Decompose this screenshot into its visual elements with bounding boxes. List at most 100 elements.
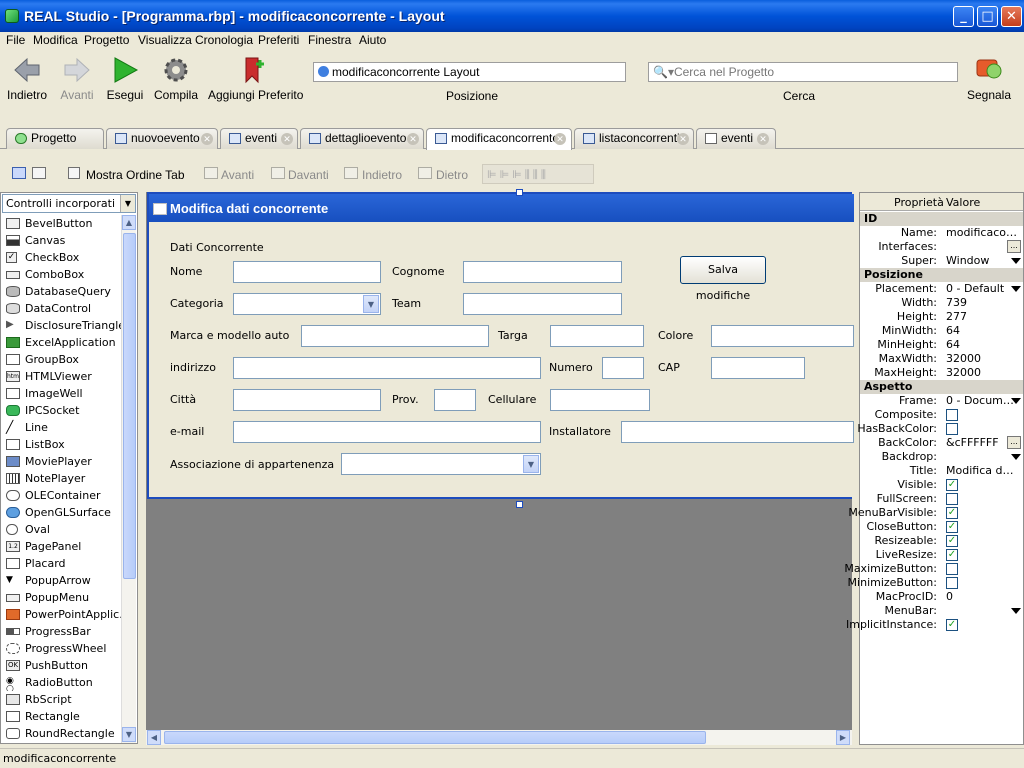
scroll-thumb[interactable] — [164, 731, 706, 744]
maximize-button[interactable]: □ — [977, 6, 998, 27]
property-value[interactable]: 64 — [946, 338, 1020, 352]
tab-eventi-code[interactable]: eventi ✕ — [696, 128, 776, 149]
property-value[interactable]: Modifica dati ... — [946, 464, 1020, 478]
property-value[interactable]: 32000 — [946, 366, 1020, 380]
menu-finestra[interactable]: Finestra — [308, 33, 351, 47]
property-row[interactable]: Interfaces:... — [860, 240, 1023, 254]
property-row[interactable]: MinHeight: 64 — [860, 338, 1023, 352]
control-item[interactable]: MoviePlayer — [2, 453, 122, 470]
tab-order-button[interactable]: Mostra Ordine Tab — [86, 168, 185, 182]
property-row[interactable]: BackColor: &cFFFFFF... — [860, 436, 1023, 450]
property-checkbox[interactable]: ✓ — [946, 549, 958, 561]
control-item[interactable]: ListBox — [2, 436, 122, 453]
targa-field[interactable] — [550, 325, 644, 347]
tab-close-icon[interactable]: ✕ — [407, 133, 419, 145]
property-row[interactable]: FullScreen: — [860, 492, 1023, 506]
dropdown-arrow-icon[interactable] — [1011, 608, 1021, 614]
control-item[interactable]: ▼ PopupArrow — [2, 572, 122, 589]
control-item[interactable]: ✓ CheckBox — [2, 249, 122, 266]
control-item[interactable]: OK PushButton — [2, 657, 122, 674]
control-item[interactable]: ImageWell — [2, 385, 122, 402]
property-checkbox[interactable]: ✓ — [946, 507, 958, 519]
control-item[interactable]: Rectangle — [2, 708, 122, 725]
control-item[interactable]: DatabaseQuery — [2, 283, 122, 300]
property-row[interactable]: MinimizeButton: — [848, 576, 1023, 590]
location-field[interactable]: modificaconcorrente Layout — [313, 62, 626, 82]
control-item[interactable]: ╱ Line — [2, 419, 122, 436]
control-item[interactable]: PowerPointApplic... — [2, 606, 122, 623]
associazione-select[interactable]: ▼ — [341, 453, 541, 475]
prov-field[interactable] — [434, 389, 476, 411]
property-row[interactable]: ImplicitInstance: ✓ — [846, 618, 1023, 632]
property-row[interactable]: Super: Window — [860, 254, 1023, 268]
control-item[interactable]: 1.2 PagePanel — [2, 538, 122, 555]
property-value[interactable]: modificaconc... — [946, 226, 1020, 240]
save-button[interactable]: Salva modifiche — [680, 256, 766, 302]
code-view-icon[interactable] — [32, 167, 46, 179]
property-row[interactable]: Backdrop: — [860, 450, 1023, 464]
control-item[interactable]: ▶ DisclosureTriangle — [2, 317, 122, 334]
control-item[interactable]: Placard — [2, 555, 122, 572]
minimize-button[interactable]: _ — [953, 6, 974, 27]
email-field[interactable] — [233, 421, 541, 443]
property-checkbox[interactable] — [946, 423, 958, 435]
control-item[interactable]: ExcelApplication — [2, 334, 122, 351]
resize-handle-bottom[interactable] — [516, 501, 523, 508]
property-value[interactable]: 739 — [946, 296, 1020, 310]
compile-button[interactable]: Compila — [154, 50, 198, 106]
ellipsis-button[interactable]: ... — [1007, 436, 1021, 449]
property-checkbox[interactable] — [946, 493, 958, 505]
move-forward-button[interactable]: Avanti — [221, 168, 254, 182]
cap-field[interactable] — [711, 357, 805, 379]
property-row[interactable]: HasBackColor: — [857, 422, 1023, 436]
control-item[interactable]: Oval — [2, 521, 122, 538]
property-row[interactable]: Name: modificaconc... — [860, 226, 1023, 240]
tab-listaconcorrenti[interactable]: listaconcorrenti ✕ — [574, 128, 694, 149]
align-buttons-group[interactable]: ⊫⊫⊫⫼⫼⫼ — [482, 164, 594, 184]
property-row[interactable]: MaximizeButton: — [844, 562, 1023, 576]
property-row[interactable]: LiveResize: ✓ — [860, 548, 1023, 562]
installatore-field[interactable] — [621, 421, 854, 443]
controls-scrollbar[interactable]: ▲ ▼ — [121, 215, 136, 743]
scroll-up-icon[interactable]: ▲ — [122, 215, 136, 230]
property-row[interactable]: Title: Modifica dati ... — [860, 464, 1023, 478]
resize-handle-top[interactable] — [516, 189, 523, 196]
control-item[interactable]: ComboBox — [2, 266, 122, 283]
tab-eventi[interactable]: eventi ✕ — [220, 128, 298, 149]
property-row[interactable]: Visible: ✓ — [860, 478, 1023, 492]
property-checkbox[interactable] — [946, 409, 958, 421]
menu-progetto[interactable]: Progetto — [84, 33, 129, 47]
property-row[interactable]: Resizeable: ✓ — [860, 534, 1023, 548]
control-item[interactable]: DataControl — [2, 300, 122, 317]
tab-close-icon[interactable]: ✕ — [757, 133, 769, 145]
property-checkbox[interactable] — [946, 563, 958, 575]
property-row[interactable]: Placement: 0 - Default — [860, 282, 1023, 296]
close-button[interactable]: ✕ — [1001, 6, 1022, 27]
control-item[interactable]: PopupMenu — [2, 589, 122, 606]
scroll-left-icon[interactable]: ◀ — [147, 730, 161, 745]
control-item[interactable]: OLEContainer — [2, 487, 122, 504]
cognome-field[interactable] — [463, 261, 622, 283]
team-field[interactable] — [463, 293, 622, 315]
ellipsis-button[interactable]: ... — [1007, 240, 1021, 253]
tab-modificaconcorrente[interactable]: modificaconcorrente ✕ — [426, 128, 572, 150]
property-value[interactable]: 0 — [946, 590, 1020, 604]
property-row[interactable]: CloseButton: ✓ — [860, 520, 1023, 534]
send-to-back-button[interactable]: Dietro — [436, 168, 468, 182]
dropdown-arrow-icon[interactable] — [1011, 398, 1021, 404]
property-value[interactable]: 0 - Default — [946, 282, 1020, 296]
scroll-right-icon[interactable]: ▶ — [836, 730, 850, 745]
property-checkbox[interactable]: ✓ — [946, 535, 958, 547]
menu-preferiti[interactable]: Preferiti — [258, 33, 299, 47]
property-row[interactable]: Width: 739 — [860, 296, 1023, 310]
move-backward-button[interactable]: Indietro — [362, 168, 402, 182]
tab-dettaglioevento[interactable]: dettaglioevento ✕ — [300, 128, 424, 149]
canvas-horizontal-scrollbar[interactable]: ◀ ▶ — [146, 730, 852, 745]
colore-field[interactable] — [711, 325, 854, 347]
control-item[interactable]: ProgressBar — [2, 623, 122, 640]
property-row[interactable]: MaxWidth: 32000 — [860, 352, 1023, 366]
property-row[interactable]: MinWidth: 64 — [860, 324, 1023, 338]
menu-cronologia[interactable]: Cronologia — [195, 33, 253, 47]
back-button[interactable]: Indietro — [4, 50, 50, 106]
indirizzo-field[interactable] — [233, 357, 541, 379]
